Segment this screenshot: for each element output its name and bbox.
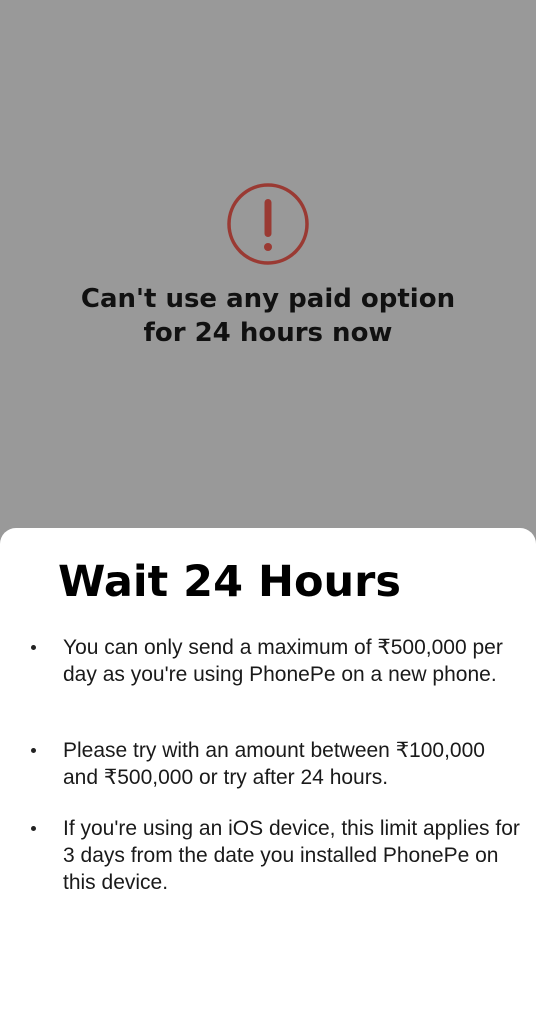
- bullet-text: Please try with an amount between ₹100,0…: [63, 739, 485, 789]
- bullet-text: You can only send a maximum of ₹500,000 …: [63, 636, 503, 686]
- alert-title: Can't use any paid option for 24 hours n…: [80, 284, 456, 348]
- bullet-icon: [31, 645, 36, 650]
- exclamation-circle-icon: [227, 183, 309, 265]
- bullet-icon: [31, 826, 36, 831]
- dimmed-overlay[interactable]: Can't use any paid option for 24 hours n…: [0, 0, 536, 540]
- bottom-sheet: Wait 24 Hours You can only send a maximu…: [0, 528, 536, 1015]
- sheet-title: Wait 24 Hours: [58, 557, 401, 607]
- bullet-text: If you're using an iOS device, this limi…: [63, 817, 520, 894]
- bullet-icon: [31, 748, 36, 753]
